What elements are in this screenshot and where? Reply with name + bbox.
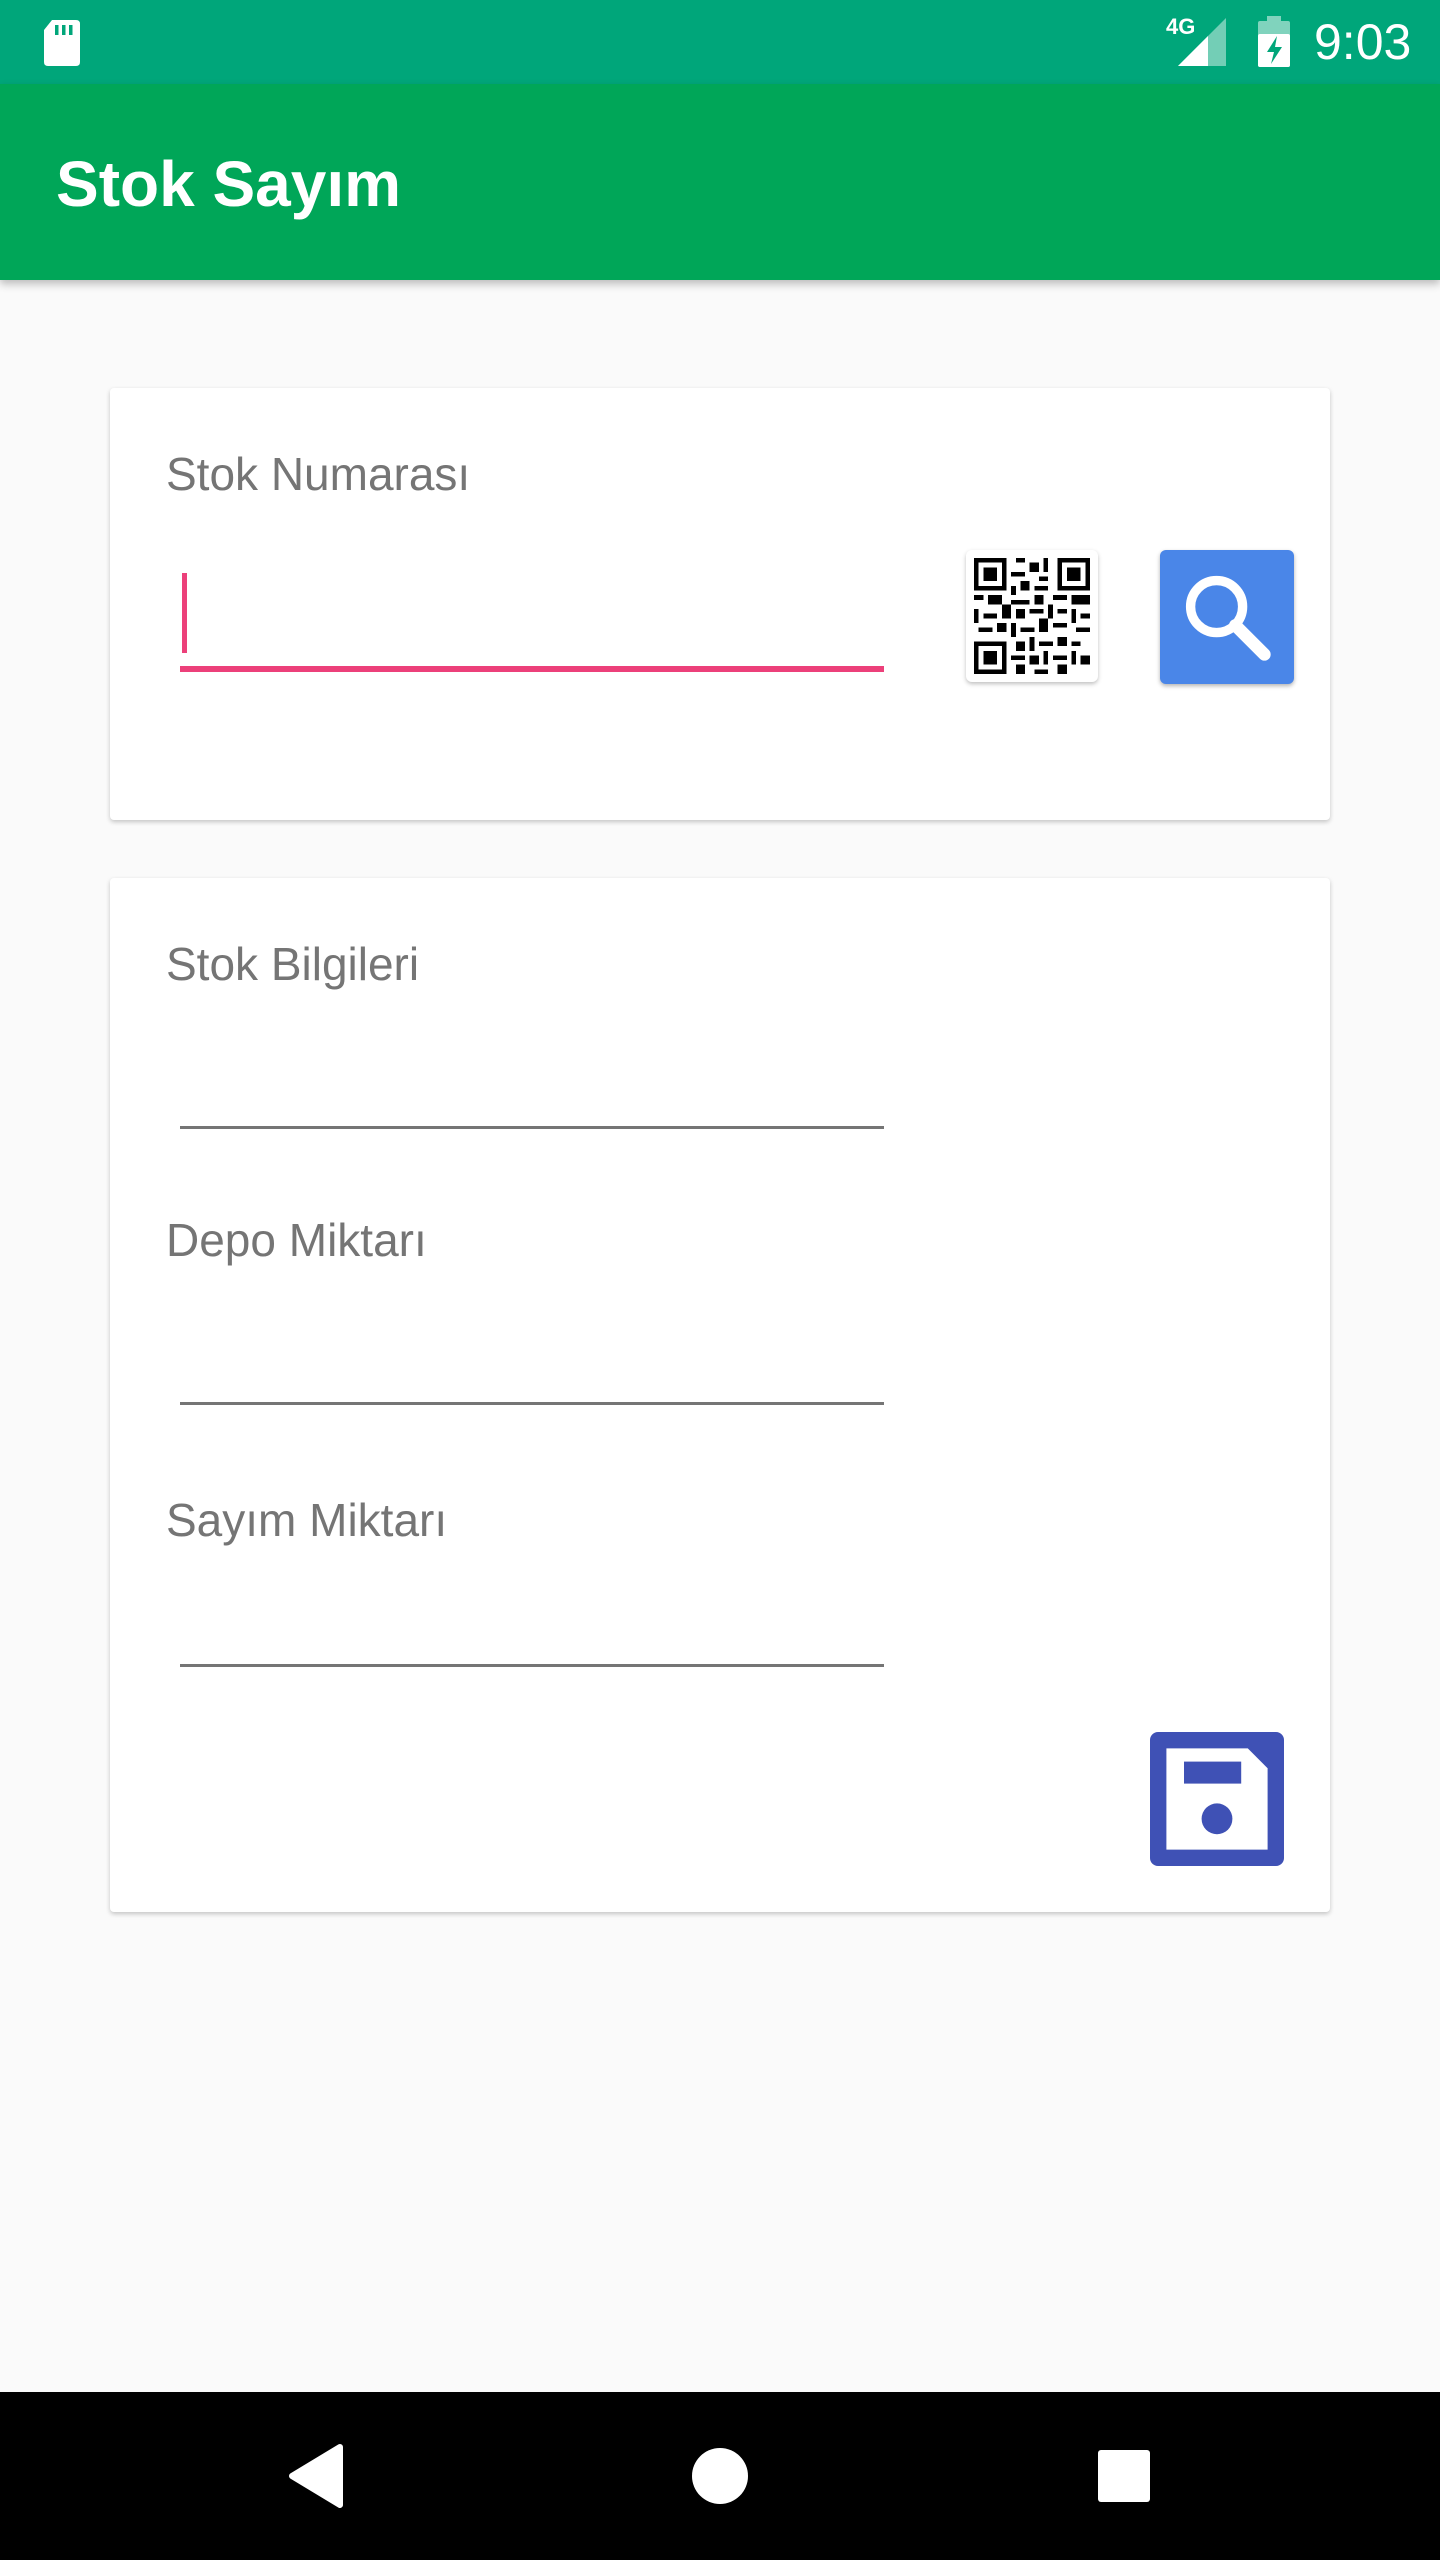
text-cursor: [182, 573, 187, 653]
back-icon: [289, 2444, 343, 2508]
count-quantity-underline: [180, 1664, 884, 1667]
magnifier-icon: [1185, 575, 1271, 661]
stock-info-card: Stok Bilgileri Depo Miktarı Sayım Miktar…: [110, 878, 1330, 1912]
navigation-bar: [0, 2392, 1440, 2560]
status-bar: 4G 9:03: [0, 0, 1440, 84]
page-title: Stok Sayım: [56, 148, 402, 220]
home-button[interactable]: [670, 2426, 770, 2526]
qr-scan-button[interactable]: [966, 550, 1098, 682]
signal-icon: [1178, 18, 1226, 66]
save-button[interactable]: [1150, 1732, 1284, 1866]
qr-code-icon: [974, 558, 1090, 674]
count-quantity-field[interactable]: [180, 1566, 884, 1666]
status-clock: 9:03: [1314, 14, 1412, 70]
stock-info-underline: [180, 1126, 884, 1129]
stock-number-input[interactable]: [180, 556, 884, 656]
app-bar: Stok Sayım: [0, 84, 1440, 280]
search-card: Stok Numarası: [110, 388, 1330, 820]
stock-info-field[interactable]: [180, 1026, 884, 1126]
stock-number-label: Stok Numarası: [166, 448, 471, 500]
count-quantity-label: Sayım Miktarı: [166, 1494, 448, 1546]
search-button[interactable]: [1160, 550, 1294, 684]
sd-card-icon: [44, 20, 80, 66]
back-button[interactable]: [266, 2426, 366, 2526]
floppy-disk-icon: [1166, 1748, 1268, 1850]
stock-info-label: Stok Bilgileri: [166, 938, 420, 990]
warehouse-quantity-field[interactable]: [180, 1302, 884, 1402]
home-icon: [692, 2448, 748, 2504]
warehouse-quantity-label: Depo Miktarı: [166, 1214, 427, 1266]
warehouse-quantity-underline: [180, 1402, 884, 1405]
battery-charging-icon: [1258, 16, 1290, 67]
stock-number-underline: [180, 666, 884, 672]
recents-icon: [1098, 2450, 1150, 2502]
recents-button[interactable]: [1074, 2426, 1174, 2526]
